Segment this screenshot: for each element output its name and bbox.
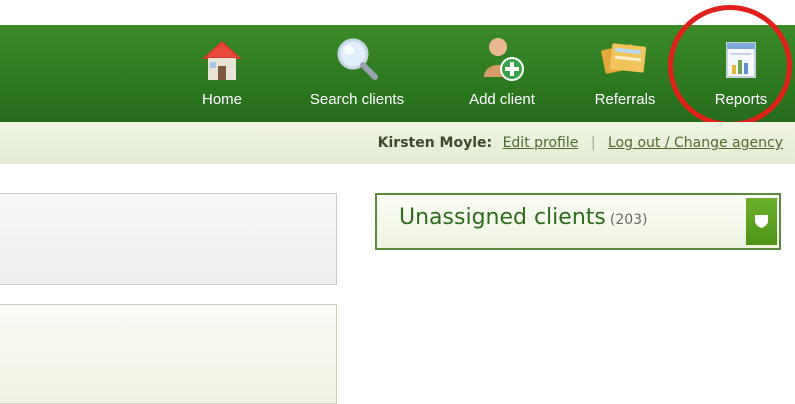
reports-icon [715, 33, 767, 85]
edit-profile-link[interactable]: Edit profile [503, 135, 579, 151]
left-panel-bottom [0, 304, 337, 404]
unassigned-clients-panel[interactable]: Unassigned clients (203) [375, 193, 781, 250]
user-info: Kirsten Moyle: Edit profile | Log out / … [378, 135, 783, 151]
nav-home[interactable]: Home [194, 25, 250, 122]
home-icon [196, 33, 248, 85]
nav-referrals[interactable]: Referrals [578, 25, 672, 122]
nav-search-clients[interactable]: Search clients [288, 25, 426, 122]
shield-down-icon [755, 215, 768, 228]
nav-search-clients-label: Search clients [309, 91, 405, 108]
unassigned-clients-title: Unassigned clients (203) [399, 205, 648, 230]
nav-reports[interactable]: Reports [698, 25, 784, 122]
unassigned-clients-count: (203) [609, 212, 648, 228]
referrals-icon [599, 33, 651, 85]
nav-referrals-label: Referrals [594, 91, 656, 108]
unassigned-clients-label: Unassigned clients [399, 205, 606, 230]
user-bar: Kirsten Moyle: Edit profile | Log out / … [0, 122, 795, 164]
add-user-icon [476, 33, 528, 85]
logout-link[interactable]: Log out / Change agency [608, 135, 783, 151]
nav-add-client[interactable]: Add client [450, 25, 554, 122]
nav-reports-label: Reports [714, 91, 768, 108]
user-name: Kirsten Moyle: [377, 135, 493, 151]
link-separator: | [590, 135, 596, 151]
nav-add-client-label: Add client [469, 91, 535, 108]
search-icon [331, 33, 383, 85]
unassigned-dropdown-button[interactable] [746, 198, 777, 245]
nav-home-label: Home [201, 91, 242, 108]
top-nav-bar: Home Search clients Add client Referrals… [0, 25, 795, 122]
left-panel-top [0, 193, 337, 285]
